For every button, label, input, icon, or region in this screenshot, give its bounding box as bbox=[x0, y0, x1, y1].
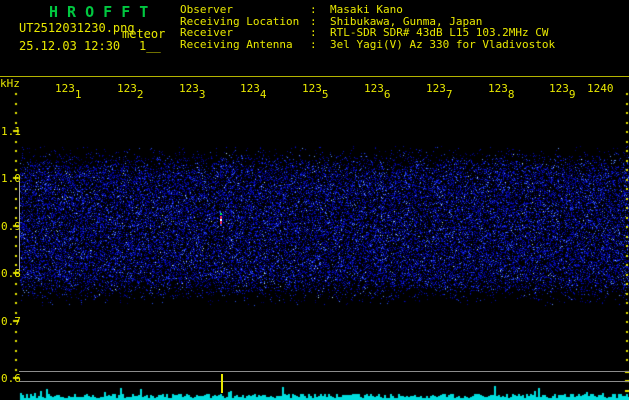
info-label: Receiver bbox=[180, 26, 233, 39]
bottom-panel-gridline-lower bbox=[19, 381, 629, 382]
info-row: Receiving Antenna:3el Yagi(V) Az 330 for… bbox=[180, 37, 556, 51]
info-row: Receiver: RTL-SDR SDR# 43dB L15 103.2MHz … bbox=[180, 27, 555, 39]
info-row: Observer: Masaki Kano bbox=[180, 4, 555, 16]
meteor-echo-blip bbox=[220, 213, 222, 226]
info-value: 3el Yagi(V) Az 330 for Vladivostok bbox=[330, 37, 556, 51]
info-colon-separator: : bbox=[310, 26, 317, 39]
app-title: H R O F F T bbox=[49, 3, 149, 21]
info-label: Receiving Antenna bbox=[180, 37, 293, 51]
output-filename: UT2512031230.png bbox=[19, 21, 135, 35]
info-value: Masaki Kano bbox=[330, 3, 403, 16]
observation-datetime: 25.12.03 12:30 bbox=[19, 39, 121, 53]
station-info-block: Observer: Masaki Kano Receiving Location: S… bbox=[180, 4, 555, 50]
header-separator-line bbox=[0, 76, 629, 77]
info-label: Observer bbox=[180, 3, 233, 16]
hrofft-window: H R O F F T UT2512031230.png meteor 25.1… bbox=[0, 0, 629, 400]
meteor-event-marker-line bbox=[221, 374, 223, 393]
info-value: RTL-SDR SDR# 43dB L15 103.2MHz CW bbox=[330, 26, 549, 39]
spectrogram-canvas bbox=[0, 0, 629, 400]
noise-band-axis-line bbox=[19, 181, 20, 271]
freq-axis-unit: kHz bbox=[0, 77, 20, 90]
frame-counter: 1__ bbox=[139, 39, 161, 53]
info-colon-separator: : bbox=[310, 37, 317, 51]
info-colon-separator: : bbox=[310, 3, 317, 16]
bottom-panel-gridline-upper bbox=[19, 371, 629, 372]
